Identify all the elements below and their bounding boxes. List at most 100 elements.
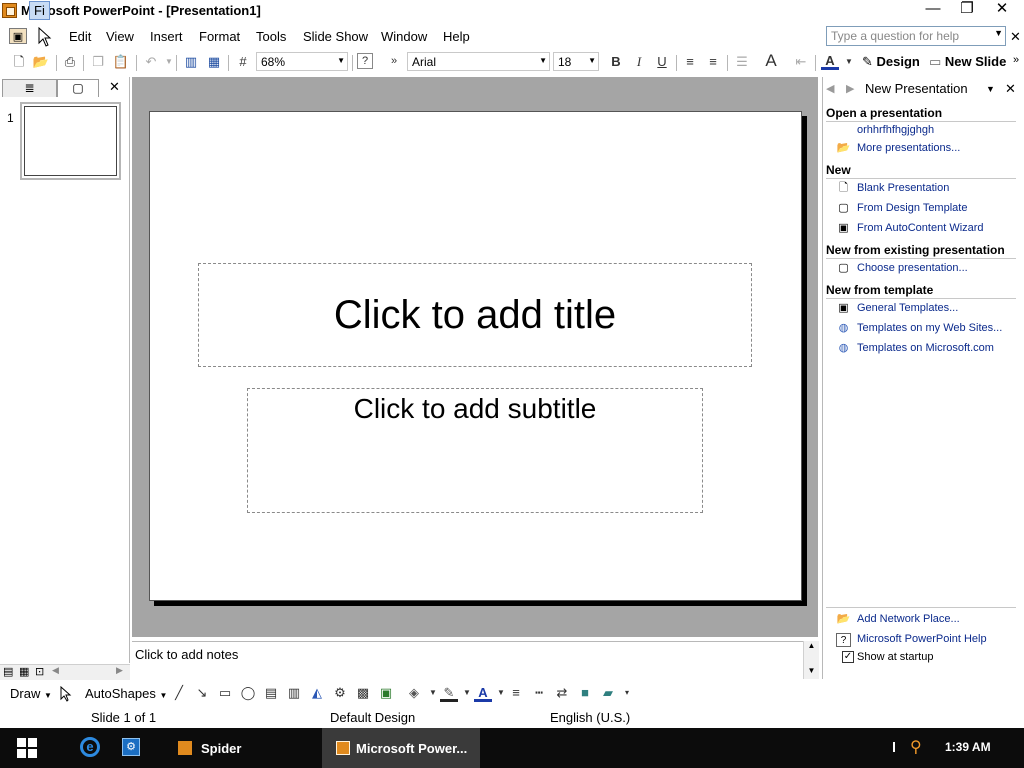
diagram-icon[interactable]: ⚙: [331, 684, 349, 702]
powerpoint-app-icon[interactable]: [2, 3, 17, 18]
menu-view[interactable]: View: [106, 29, 134, 44]
from-design-template-link[interactable]: From Design Template: [857, 202, 967, 214]
menu-slide-show[interactable]: Slide Show: [303, 29, 368, 44]
print-icon[interactable]: ⎙: [61, 53, 79, 71]
underline-button[interactable]: U: [653, 53, 671, 71]
vertical-text-box-icon[interactable]: ▥: [285, 684, 303, 702]
internet-explorer-icon[interactable]: e: [80, 737, 100, 757]
zoom-select[interactable]: 68% ▼: [256, 52, 348, 71]
show-at-startup-label[interactable]: Show at startup: [857, 651, 933, 663]
notes-placeholder[interactable]: Click to add notes: [135, 647, 238, 662]
search-icon[interactable]: ⚲: [910, 737, 922, 757]
select-objects-icon[interactable]: [60, 686, 72, 702]
templates-web-sites-link[interactable]: Templates on my Web Sites...: [857, 322, 1002, 334]
rectangle-icon[interactable]: ▭: [216, 684, 234, 702]
scroll-left-icon[interactable]: ◀: [52, 665, 59, 676]
menu-edit[interactable]: Edit: [69, 29, 91, 44]
more-presentations-link[interactable]: More presentations...: [857, 142, 960, 154]
decrease-indent-icon[interactable]: ⇤: [792, 53, 810, 71]
slides-panel-close-icon[interactable]: ✕: [109, 79, 120, 95]
font-select[interactable]: Arial ▼: [407, 52, 550, 71]
blank-presentation-link[interactable]: Blank Presentation: [857, 182, 949, 194]
arrow-icon[interactable]: ↘: [193, 684, 211, 702]
clip-art-icon[interactable]: ▩: [354, 684, 372, 702]
design-button[interactable]: ✎ Design: [862, 54, 920, 70]
taskbar-powerpoint-app[interactable]: Microsoft Power...: [322, 728, 480, 768]
document-control-icon[interactable]: ▣: [9, 28, 27, 44]
task-pane-menu-icon[interactable]: ▼: [986, 84, 995, 94]
toolbar-options-icon[interactable]: »: [385, 53, 403, 71]
show-at-startup-checkbox[interactable]: ✓: [842, 651, 854, 663]
align-left-icon[interactable]: ≡: [681, 53, 699, 71]
scroll-down-icon[interactable]: ▼: [804, 666, 819, 675]
bold-button[interactable]: B: [607, 53, 625, 71]
dash-style-icon[interactable]: ┅: [530, 684, 548, 702]
font-size-select[interactable]: 18 ▼: [553, 52, 599, 71]
powerpoint-help-link[interactable]: Microsoft PowerPoint Help: [857, 633, 987, 645]
text-box-icon[interactable]: ▤: [262, 684, 280, 702]
align-center-icon[interactable]: ≡: [704, 53, 722, 71]
task-pane-forward-icon[interactable]: ▶: [846, 82, 854, 95]
help-icon[interactable]: ?: [357, 53, 373, 69]
subtitle-placeholder[interactable]: Click to add subtitle: [247, 388, 703, 513]
task-pane-back-icon[interactable]: ◀: [826, 82, 834, 95]
toolbar-overflow-icon[interactable]: »: [1013, 54, 1019, 66]
draw-menu-button[interactable]: Draw ▼: [10, 686, 52, 701]
slide-show-view-icon[interactable]: ⊡: [35, 665, 44, 678]
slide-thumbnail[interactable]: [20, 102, 121, 180]
bullets-icon[interactable]: ☰: [733, 53, 751, 71]
drawing-toolbar-options-icon[interactable]: ▾: [618, 684, 636, 702]
paste-icon[interactable]: 📋: [112, 53, 130, 71]
menu-help[interactable]: Help: [443, 29, 470, 44]
font-color-button[interactable]: A: [821, 52, 839, 70]
oval-icon[interactable]: ◯: [239, 684, 257, 702]
insert-table-icon[interactable]: ▦: [205, 53, 223, 71]
scroll-right-icon[interactable]: ▶: [116, 665, 123, 676]
shadow-style-icon[interactable]: ■: [576, 684, 594, 702]
slide-sorter-view-icon[interactable]: ▦: [19, 665, 29, 678]
choose-presentation-link[interactable]: Choose presentation...: [857, 262, 968, 274]
title-placeholder[interactable]: Click to add title: [198, 263, 752, 367]
normal-view-icon[interactable]: ▤: [3, 665, 13, 678]
line-color-icon[interactable]: ✎: [440, 684, 458, 702]
menu-insert[interactable]: Insert: [150, 29, 183, 44]
3d-style-icon[interactable]: ▰: [599, 684, 617, 702]
arrow-style-icon[interactable]: ⇄: [553, 684, 571, 702]
tab-outline[interactable]: ≣: [2, 79, 57, 97]
taskbar-spider-app[interactable]: Spider: [166, 728, 316, 768]
line-icon[interactable]: ╱: [170, 684, 188, 702]
show-grid-icon[interactable]: #: [234, 53, 252, 71]
menu-window[interactable]: Window: [381, 29, 427, 44]
recent-presentation-link[interactable]: orhhrfhfhgjghgh: [857, 124, 934, 136]
status-design[interactable]: Default Design: [330, 710, 415, 725]
taskbar-clock[interactable]: 1:39 AM: [945, 740, 991, 754]
restore-button[interactable]: ❐: [950, 0, 984, 20]
close-document-icon[interactable]: ✕: [1010, 29, 1021, 45]
new-slide-button[interactable]: ▭ New Slide: [929, 54, 1006, 70]
autoshapes-menu-button[interactable]: AutoShapes ▼: [85, 686, 167, 701]
fill-color-icon[interactable]: ◈: [405, 684, 423, 702]
control-panel-icon[interactable]: ⚙: [122, 738, 140, 756]
menu-tools[interactable]: Tools: [256, 29, 286, 44]
copy-icon[interactable]: ❐: [89, 53, 107, 71]
new-document-icon[interactable]: 🗋: [10, 53, 28, 71]
menu-file[interactable]: Fi: [29, 1, 50, 20]
help-question-input[interactable]: Type a question for help ▼: [826, 26, 1006, 46]
drawing-font-color-icon[interactable]: A: [474, 684, 492, 702]
autocontent-wizard-link[interactable]: From AutoContent Wizard: [857, 222, 984, 234]
general-templates-link[interactable]: General Templates...: [857, 302, 958, 314]
notes-scrollbar[interactable]: ▲ ▼: [803, 641, 819, 679]
close-button[interactable]: ✕: [985, 0, 1019, 20]
templates-microsoft-link[interactable]: Templates on Microsoft.com: [857, 342, 994, 354]
undo-icon[interactable]: ↶: [142, 53, 160, 71]
font-color-dropdown-icon[interactable]: ▼: [840, 53, 858, 71]
start-windows-icon[interactable]: [17, 738, 37, 758]
italic-button[interactable]: I: [630, 53, 648, 71]
increase-font-icon[interactable]: A: [762, 52, 780, 70]
scroll-up-icon[interactable]: ▲: [804, 641, 819, 650]
line-style-icon[interactable]: ≡: [507, 684, 525, 702]
wordart-icon[interactable]: ◭: [308, 684, 326, 702]
task-pane-close-icon[interactable]: ✕: [1005, 81, 1016, 97]
insert-picture-icon[interactable]: ▣: [377, 684, 395, 702]
insert-chart-icon[interactable]: ▥: [182, 53, 200, 71]
